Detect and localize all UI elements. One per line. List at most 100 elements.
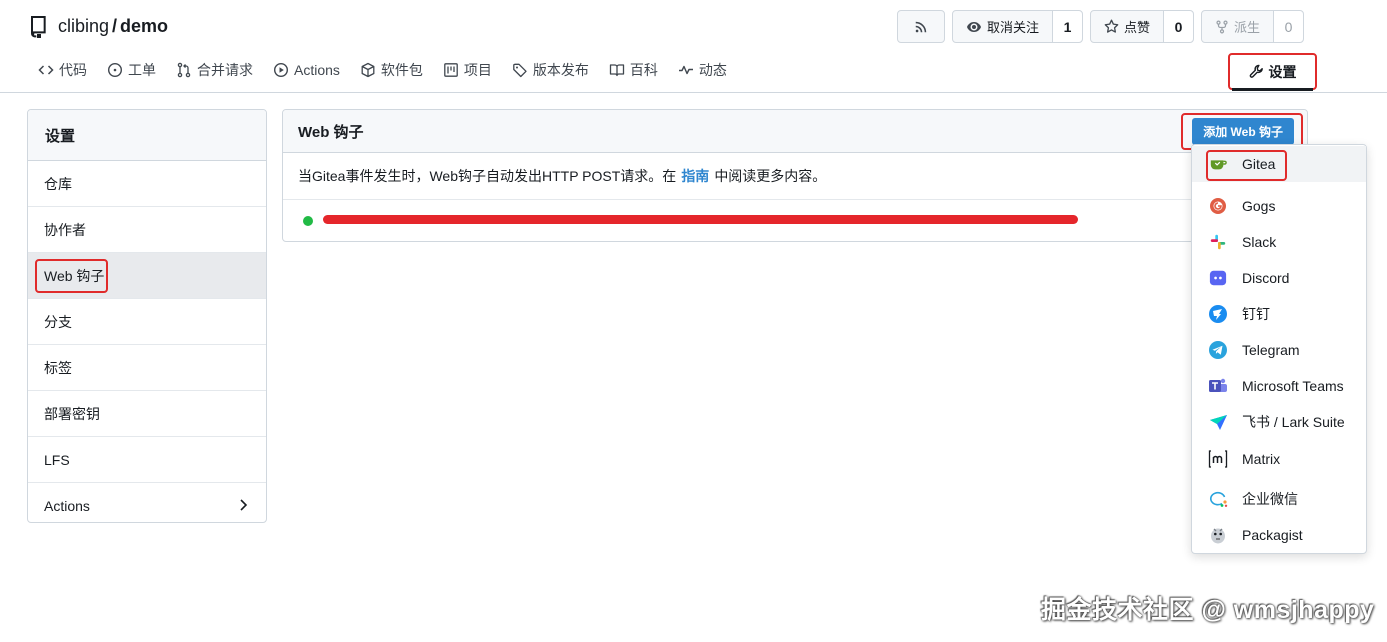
tab-actions-label: Actions [294,62,340,78]
desc-text-before: 当Gitea事件发生时，Web钩子自动发出HTTP POST请求。在 [298,168,677,184]
fork-label: 派生 [1233,20,1260,35]
sidebar-item-collaborators[interactable]: 协作者 [28,207,266,253]
issue-icon [107,62,123,78]
status-ok-dot [303,215,313,226]
telegram-icon [1208,340,1228,360]
fork-icon [1216,20,1228,33]
dropdown-item-label: Gogs [1242,198,1276,214]
tab-settings-label: 设置 [1268,63,1297,80]
star-button-group: 点赞 0 [1089,10,1194,43]
wrench-icon [1249,64,1263,78]
tab-releases-label: 版本发布 [532,62,589,78]
panel-header: Web 钩子 添加 Web 钩子 [283,110,1307,153]
dropdown-item-label: Telegram [1242,342,1300,358]
rss-button[interactable] [896,10,945,43]
repo-separator: / [112,15,118,36]
discord-icon [1208,268,1228,288]
guide-link[interactable]: 指南 [681,166,709,186]
tab-packages-label: 软件包 [380,62,423,78]
dropdown-item-slack[interactable]: Slack [1192,224,1366,260]
fork-count[interactable]: 0 [1273,11,1303,42]
sidebar-item-label: 标签 [44,359,72,376]
dropdown-item-wechatwork[interactable]: 企业微信 [1192,481,1366,517]
tab-wiki[interactable]: 百科 [599,52,668,88]
sidebar-item-actions[interactable]: Actions [28,483,266,522]
unwatch-label: 取消关注 [986,20,1039,35]
tab-issues[interactable]: 工单 [97,52,166,88]
wechatwork-icon [1208,489,1228,509]
tab-actions[interactable]: Actions [263,52,350,88]
dropdown-item-label: 企业微信 [1242,491,1298,507]
dropdown-item-matrix[interactable]: Matrix [1192,441,1366,477]
panel-description: 当Gitea事件发生时，Web钩子自动发出HTTP POST请求。在 指南 中阅… [283,153,1307,200]
project-icon [444,63,458,77]
star-label: 点赞 [1123,20,1150,35]
sidebar-item-label: Actions [44,498,90,514]
sidebar-item-label: 部署密钥 [44,405,100,422]
sidebar-item-label: LFS [44,451,70,468]
sidebar-item-webhooks[interactable]: Web 钩子 [28,253,266,299]
rss-icon [898,11,944,42]
tab-releases[interactable]: 版本发布 [502,52,599,88]
dropdown-item-gogs[interactable]: Gogs [1192,188,1366,224]
panel-title: Web 钩子 [298,123,364,141]
dropdown-item-packagist[interactable]: Packagist [1192,517,1366,553]
tab-wiki-label: 百科 [629,62,658,78]
star-button[interactable]: 点赞 [1091,11,1163,42]
dingtalk-icon [1208,304,1228,324]
sidebar-item-lfs[interactable]: LFS [28,437,266,483]
chevron-right-icon [240,499,248,511]
dropdown-item-feishu[interactable]: 飞书 / Lark Suite [1192,404,1366,440]
gogs-icon [1208,196,1228,216]
fork-button[interactable]: 派生 [1202,11,1273,42]
repo-header: clibing / demo 取消关注 1 点赞 0 派生 0 代码 工单 合并… [0,0,1387,93]
tab-settings[interactable]: 设置 [1228,53,1317,90]
settings-sidebar: 设置 仓库 协作者 Web 钩子 分支 标签 部署密钥 LFS Actions [27,109,267,523]
dropdown-item-dingtalk[interactable]: 钉钉 [1192,296,1366,332]
slack-icon [1208,232,1228,252]
sidebar-item-repository[interactable]: 仓库 [28,161,266,207]
sidebar-item-label: 分支 [44,313,72,330]
tab-projects[interactable]: 项目 [433,52,502,88]
watch-count[interactable]: 1 [1051,11,1082,42]
package-icon [361,62,375,78]
repo-name-link[interactable]: demo [120,16,168,37]
dropdown-item-telegram[interactable]: Telegram [1192,332,1366,368]
sidebar-item-label: Web 钩子 [44,267,105,284]
tab-activity[interactable]: 动态 [668,52,737,88]
webhooks-panel: Web 钩子 添加 Web 钩子 当Gitea事件发生时，Web钩子自动发出HT… [282,109,1308,242]
book-icon [609,64,625,77]
sidebar-title: 设置 [28,110,266,161]
star-icon [1104,19,1119,33]
dropdown-item-msteams[interactable]: Microsoft Teams [1192,368,1366,404]
star-count[interactable]: 0 [1162,11,1193,42]
tab-activity-label: 动态 [698,62,727,78]
unwatch-button[interactable]: 取消关注 [953,11,1052,42]
tab-code[interactable]: 代码 [28,52,97,88]
tab-packages[interactable]: 软件包 [350,52,433,88]
dropdown-item-discord[interactable]: Discord [1192,260,1366,296]
fork-button-group: 派生 0 [1200,10,1304,43]
tag-icon [513,63,527,78]
matrix-icon [1208,449,1228,469]
msteams-icon [1208,376,1228,396]
pull-request-icon [177,62,191,78]
code-icon [38,65,54,75]
sidebar-item-deploy-keys[interactable]: 部署密钥 [28,391,266,437]
repo-title: clibing / demo [28,14,168,38]
webhook-row[interactable] [283,200,1307,241]
play-icon [273,62,289,78]
sidebar-item-branches[interactable]: 分支 [28,299,266,345]
dropdown-item-label: Matrix [1242,451,1281,467]
repo-icon [30,16,46,38]
tab-pulls-label: 合并请求 [197,62,253,78]
dropdown-item-label: 钉钉 [1242,306,1270,322]
watermark-text: 掘金技术社区 @ wmsjhappy [1041,596,1375,624]
tab-pulls[interactable]: 合并请求 [166,52,263,88]
repo-action-buttons: 取消关注 1 点赞 0 派生 0 [896,10,1304,43]
eye-icon [966,21,981,32]
desc-text-after: 中阅读更多内容。 [714,168,827,184]
sidebar-item-tags[interactable]: 标签 [28,345,266,391]
active-tab-indicator [1232,88,1313,91]
repo-owner-link[interactable]: clibing [58,16,109,37]
